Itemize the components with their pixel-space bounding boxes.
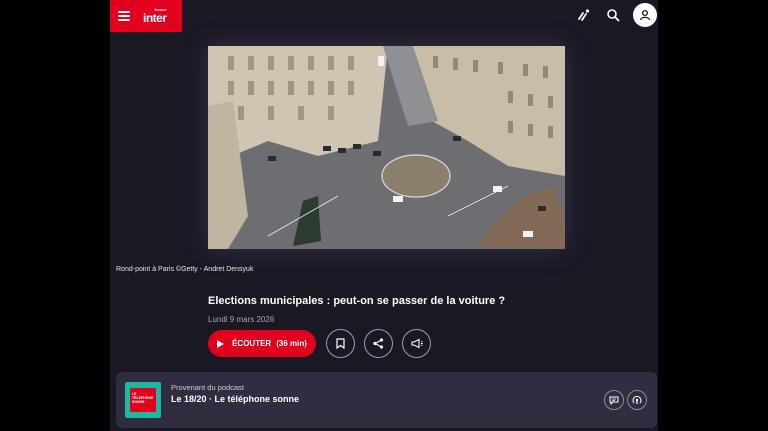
- menu-icon[interactable]: [118, 11, 130, 21]
- hero-caption: Rond-point à Paris ©Getty - Andret Densy…: [116, 266, 254, 273]
- podcast-from-label: Provenant du podcast: [171, 383, 244, 392]
- hero-image: [208, 46, 565, 249]
- alert-button[interactable]: [402, 329, 431, 358]
- header-brand-block: france inter: [110, 0, 182, 32]
- bookmark-button[interactable]: [326, 329, 355, 358]
- france-inter-logo[interactable]: france inter: [143, 7, 167, 25]
- episode-title: Elections municipales : peut-on se passe…: [208, 295, 506, 307]
- bookmark-icon: [336, 338, 345, 349]
- chat-button[interactable]: [604, 390, 624, 410]
- podcast-card[interactable]: LE TÉLÉPHONE SONNE Provenant du podcast …: [116, 372, 657, 428]
- listen-button[interactable]: ÉCOUTER (36 min): [208, 330, 316, 357]
- podcast-cover-text: LE TÉLÉPHONE SONNE: [132, 392, 154, 404]
- listen-label: ÉCOUTER: [232, 339, 272, 348]
- logo-text: inter: [143, 11, 167, 25]
- megaphone-icon: [410, 338, 423, 349]
- play-icon: [217, 339, 225, 348]
- user-icon: [639, 9, 651, 21]
- live-radio-icon[interactable]: [577, 8, 591, 22]
- episode-date: Lundi 9 mars 2026: [208, 315, 275, 324]
- podcast-subscribe-button[interactable]: [627, 390, 647, 410]
- logo-small-text: france: [154, 7, 167, 12]
- podcast-title[interactable]: Le 18/20 · Le téléphone sonne: [171, 394, 299, 404]
- share-button[interactable]: [364, 329, 393, 358]
- chat-icon: [609, 396, 619, 405]
- share-icon: [373, 338, 384, 349]
- podcast-cover[interactable]: LE TÉLÉPHONE SONNE: [125, 382, 161, 418]
- user-account-button[interactable]: [633, 3, 657, 27]
- search-icon[interactable]: [606, 8, 620, 22]
- episode-duration: (36 min): [276, 339, 307, 348]
- app-frame: france inter Rond-point à Paris ©Getty -…: [110, 0, 658, 431]
- paris-roundabout-photo: [208, 46, 565, 249]
- podcast-icon: [632, 395, 642, 404]
